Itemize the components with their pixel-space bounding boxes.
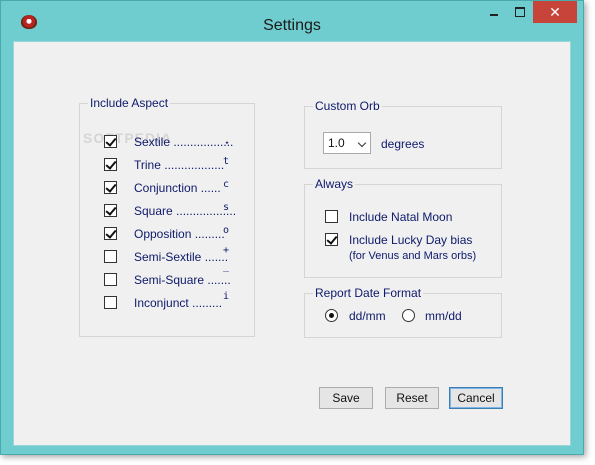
orb-unit-label: degrees: [381, 137, 425, 151]
date-format-mmdd-radio[interactable]: [402, 309, 415, 322]
aspect-semi-sextile-label: Semi-Sextile .......: [134, 250, 229, 264]
aspect-trine-label: Trine ..................: [134, 158, 225, 172]
close-button[interactable]: ✕: [533, 1, 577, 23]
report-date-format-group: Report Date Format dd/mm mm/dd: [304, 286, 502, 338]
lucky-day-label: Include Lucky Day bias: [349, 233, 473, 247]
title-bar: Settings ✕: [1, 1, 583, 41]
maximize-button[interactable]: [507, 1, 533, 23]
lucky-day-checkbox[interactable]: [325, 233, 338, 246]
aspect-conjunction-label: Conjunction ......: [134, 181, 221, 195]
maximize-icon: [515, 7, 525, 17]
aspect-semi-square-symbol: ‾: [223, 271, 230, 282]
aspect-square-checkbox[interactable]: [104, 204, 117, 217]
date-format-ddmm-label: dd/mm: [349, 309, 386, 323]
include-aspect-legend: Include Aspect: [88, 96, 171, 110]
aspect-inconjunct-symbol: i: [223, 291, 230, 302]
custom-orb-group: Custom Orb 1.0 degrees: [304, 99, 502, 169]
natal-moon-label: Include Natal Moon: [349, 210, 453, 224]
lucky-day-sublabel: (for Venus and Mars orbs): [349, 250, 477, 262]
date-format-ddmm-radio[interactable]: [325, 309, 338, 322]
settings-window: Settings ✕ SOFTPEDIA Include Aspect Sext…: [0, 0, 584, 455]
always-legend: Always: [313, 177, 356, 191]
chevron-down-icon: [357, 138, 367, 148]
aspect-semi-sextile-checkbox[interactable]: [104, 250, 117, 263]
minimize-icon: [490, 14, 498, 16]
orb-degrees-dropdown[interactable]: 1.0: [323, 132, 371, 154]
aspect-conjunction-checkbox[interactable]: [104, 181, 117, 194]
aspect-opposition-symbol: o: [223, 225, 230, 236]
aspect-square-symbol: s: [223, 202, 230, 213]
report-date-format-legend: Report Date Format: [313, 286, 424, 300]
window-controls: ✕: [481, 1, 577, 23]
aspect-opposition-checkbox[interactable]: [104, 227, 117, 240]
aspect-inconjunct-checkbox[interactable]: [104, 296, 117, 309]
save-button[interactable]: Save: [319, 387, 373, 409]
settings-client-area: SOFTPEDIA Include Aspect Sextile .......…: [13, 41, 571, 446]
include-aspect-group: Include Aspect Sextile .................…: [79, 96, 255, 337]
orb-value: 1.0: [328, 136, 345, 150]
always-group: Always Include Natal Moon Include Lucky …: [304, 177, 502, 278]
aspect-semi-sextile-symbol: +: [223, 245, 230, 256]
aspect-sextile-label: Sextile ..................: [134, 135, 234, 149]
minimize-button[interactable]: [481, 1, 507, 23]
aspect-conjunction-symbol: c: [223, 179, 230, 190]
aspect-semi-square-checkbox[interactable]: [104, 273, 117, 286]
aspect-trine-symbol: t: [223, 156, 230, 167]
aspect-sextile-checkbox[interactable]: [104, 135, 117, 148]
aspect-inconjunct-label: Inconjunct .........: [134, 296, 223, 310]
natal-moon-checkbox[interactable]: [325, 210, 338, 223]
aspect-semi-square-label: Semi-Square .......: [134, 273, 231, 287]
aspect-square-label: Square ..................: [134, 204, 237, 218]
aspect-trine-checkbox[interactable]: [104, 158, 117, 171]
aspect-opposition-label: Opposition .........: [134, 227, 225, 241]
cancel-button[interactable]: Cancel: [449, 387, 503, 409]
aspect-sextile-symbol: ⋆: [224, 138, 231, 149]
custom-orb-legend: Custom Orb: [313, 99, 382, 113]
close-icon: ✕: [549, 3, 561, 20]
date-format-mmdd-label: mm/dd: [425, 309, 462, 323]
reset-button[interactable]: Reset: [385, 387, 439, 409]
